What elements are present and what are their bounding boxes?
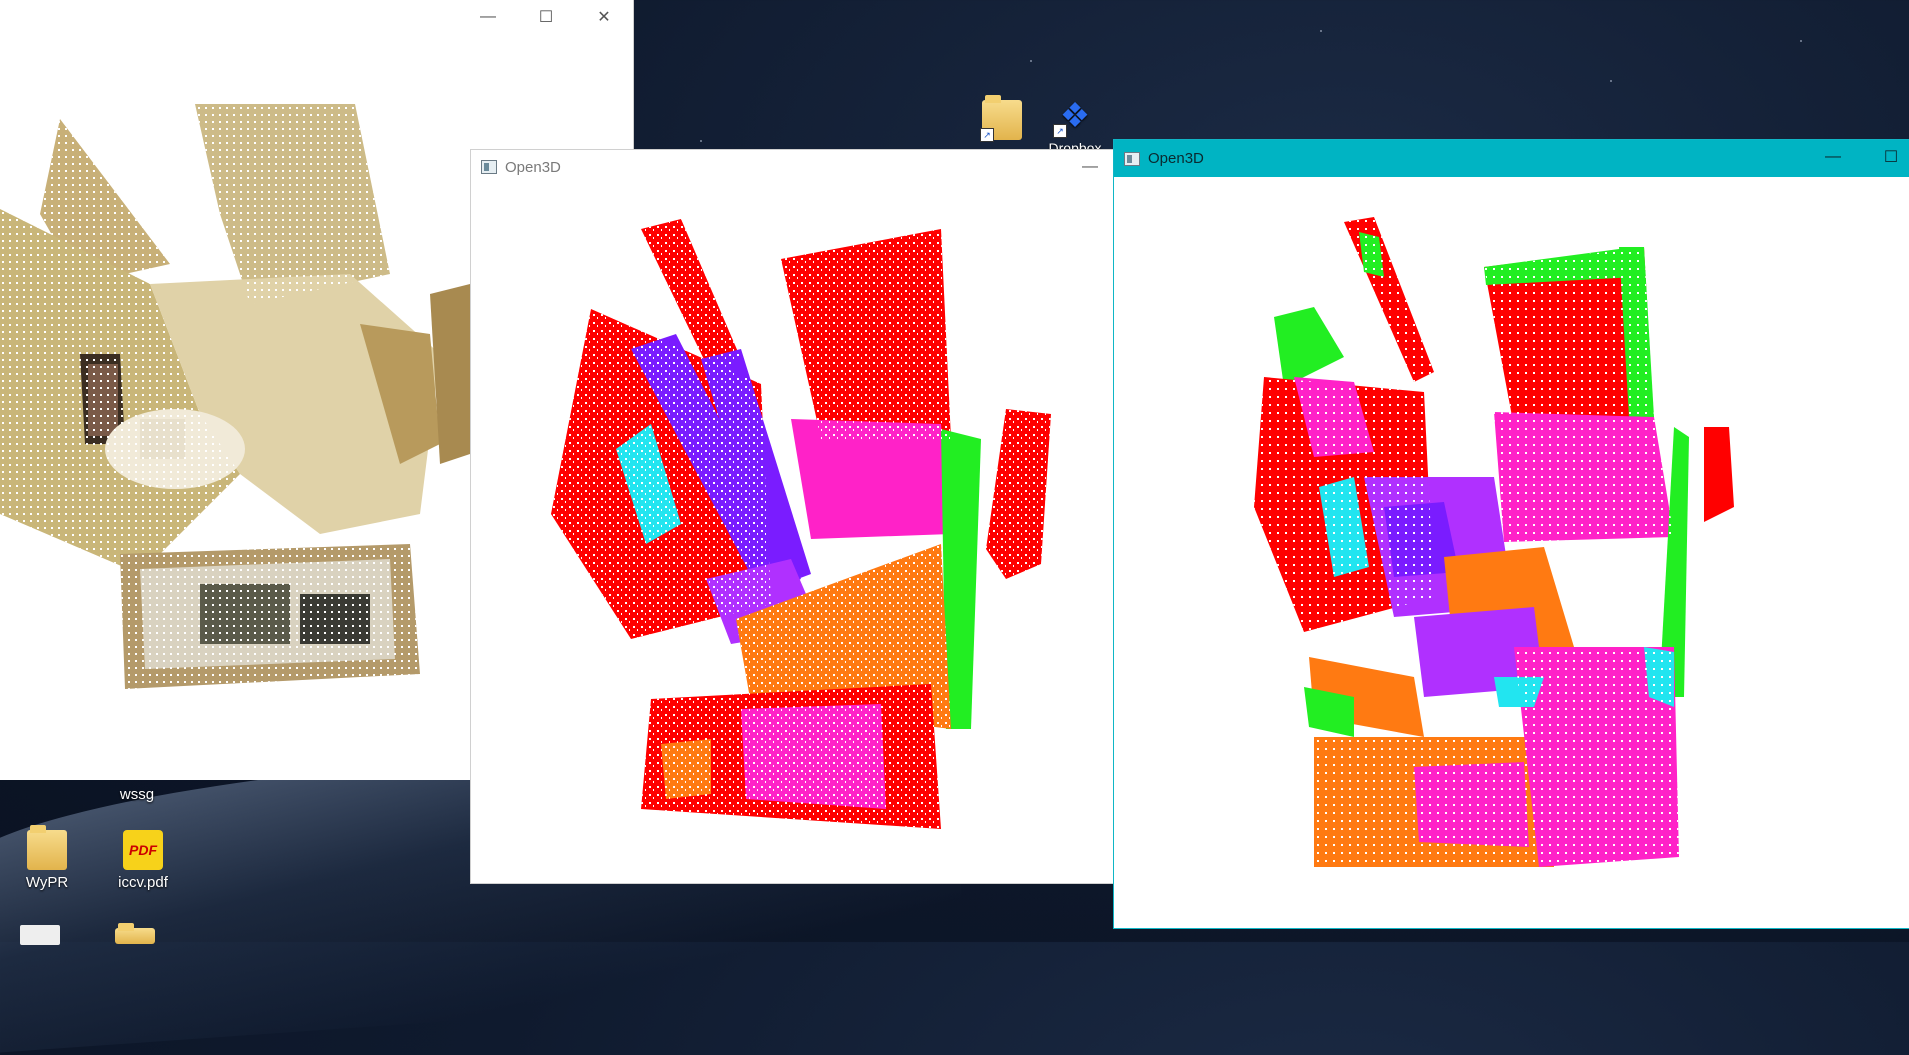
open3d-window-segmentation-a[interactable]: Open3D — [470, 149, 1120, 884]
desktop-icon-wypr[interactable]: WyPR [2, 825, 92, 891]
desktop-icon-partial[interactable] [20, 925, 60, 949]
window-titlebar[interactable]: — ☐ ✕ [0, 0, 633, 34]
shortcut-arrow-icon: ↗ [980, 128, 994, 142]
pdf-file-icon: PDF [123, 830, 163, 870]
window-titlebar[interactable]: Open3D — [471, 150, 1119, 184]
wallpaper-star [700, 140, 702, 142]
point-cloud-viewport-segmentation-b[interactable] [1114, 177, 1909, 928]
window-title: Open3D [505, 158, 561, 176]
maximize-button[interactable]: ☐ [1862, 140, 1909, 174]
open3d-app-icon [1124, 151, 1140, 166]
wallpaper-star [1610, 80, 1612, 82]
desktop-icon-wssg[interactable]: wssg [92, 786, 182, 803]
folder-icon: ↗ [980, 95, 1022, 142]
minimize-button[interactable]: — [1061, 150, 1119, 184]
open3d-app-icon [481, 160, 497, 174]
minimize-button[interactable]: — [1804, 140, 1862, 174]
desktop-icon-label: WyPR [25, 874, 69, 891]
desktop-icon-dropbox[interactable]: ❖ ↗ Dropbox [1040, 96, 1110, 157]
wallpaper-star [1800, 40, 1802, 42]
wallpaper-star [1030, 60, 1032, 62]
close-button[interactable]: ✕ [575, 0, 633, 34]
desktop-icon-label: iccv.pdf [118, 874, 168, 891]
maximize-button[interactable]: ☐ [517, 0, 575, 34]
point-cloud-viewport-segmentation-a[interactable] [471, 184, 1119, 883]
desktop-icon-partial-folder[interactable] [115, 923, 155, 948]
desktop-icon-label: wssg [119, 786, 155, 803]
segmented-point-cloud-b [1254, 217, 1734, 867]
shortcut-arrow-icon: ↗ [1053, 124, 1067, 138]
window-titlebar[interactable]: Open3D — ☐ [1114, 140, 1909, 177]
desktop-icon-iccv-pdf[interactable]: PDF iccv.pdf [98, 830, 188, 891]
wallpaper-star [1320, 30, 1322, 32]
folder-icon [27, 825, 67, 870]
segmented-point-cloud-a [551, 219, 1051, 829]
open3d-window-segmentation-b[interactable]: Open3D — ☐ [1113, 139, 1909, 929]
window-title: Open3D [1148, 150, 1204, 167]
desktop-icon-folder-shortcut[interactable]: ↗ [972, 95, 1032, 144]
minimize-button[interactable]: — [459, 0, 517, 34]
dropbox-icon: ❖ ↗ [1053, 96, 1095, 138]
file-icon [20, 925, 60, 945]
